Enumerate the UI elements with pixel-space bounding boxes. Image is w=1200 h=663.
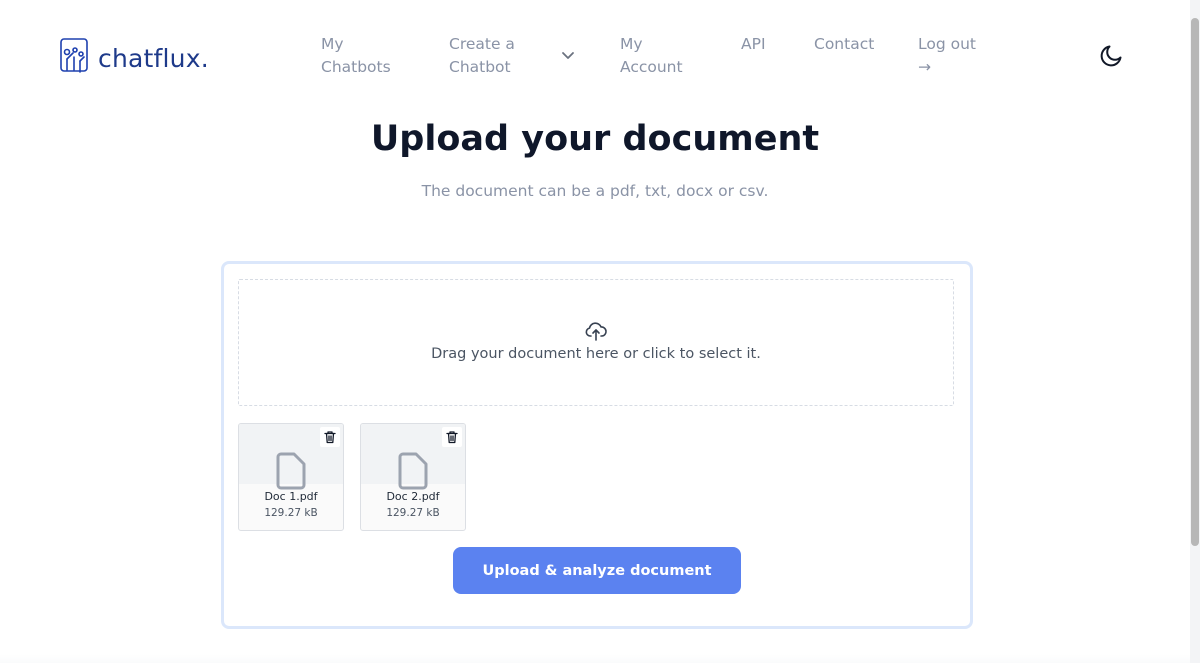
file-icon (396, 451, 430, 495)
trash-icon[interactable] (442, 427, 462, 447)
file-item: Doc 2.pdf 129.27 kB (360, 423, 466, 531)
upload-card: Drag your document here or click to sele… (221, 261, 973, 629)
nav-my-chatbots-line2: Chatbots (321, 58, 391, 76)
brand-name: chatflux. (98, 43, 209, 73)
nav-my-account[interactable]: My Account (620, 33, 683, 79)
chatflux-logo-icon (58, 37, 90, 79)
page-title: Upload your document (370, 119, 820, 159)
nav-my-account-line2: Account (620, 58, 683, 76)
bottom-edge (0, 654, 1190, 663)
nav-contact-label: Contact (814, 35, 875, 53)
nav-create-chatbot-line2: Chatbot (449, 58, 511, 76)
nav-contact[interactable]: Contact (814, 33, 874, 56)
nav-log-out-label: Log out (918, 35, 976, 53)
nav-my-chatbots-line1: My (321, 35, 344, 53)
file-size: 129.27 kB (264, 507, 318, 519)
nav-log-out-arrow: → (918, 58, 931, 76)
nav-create-chatbot-line1: Create a (449, 35, 515, 53)
file-name: Doc 2.pdf (386, 490, 440, 503)
file-item: Doc 1.pdf 129.27 kB (238, 423, 344, 531)
nav-api[interactable]: API (741, 33, 766, 56)
scrollbar-thumb[interactable] (1191, 18, 1199, 546)
dropzone-text: Drag your document here or click to sele… (431, 346, 761, 362)
file-size: 129.27 kB (386, 507, 440, 519)
file-name: Doc 1.pdf (264, 490, 318, 503)
file-icon (274, 451, 308, 495)
nav-my-chatbots[interactable]: My Chatbots (321, 33, 391, 79)
page-subtitle: The document can be a pdf, txt, docx or … (421, 182, 769, 200)
nav-log-out[interactable]: Log out → (918, 33, 976, 79)
cloud-upload-icon (584, 319, 608, 347)
brand-logo[interactable]: chatflux. (58, 37, 209, 79)
nav-api-label: API (741, 35, 766, 53)
moon-icon[interactable] (1099, 42, 1125, 72)
scrollbar-track[interactable] (1190, 0, 1200, 663)
upload-analyze-button[interactable]: Upload & analyze document (453, 547, 741, 594)
chevron-down-icon[interactable] (561, 46, 575, 65)
dropzone[interactable]: Drag your document here or click to sele… (238, 279, 954, 406)
nav-my-account-line1: My (620, 35, 643, 53)
nav-create-chatbot[interactable]: Create a Chatbot (449, 33, 515, 79)
trash-icon[interactable] (320, 427, 340, 447)
